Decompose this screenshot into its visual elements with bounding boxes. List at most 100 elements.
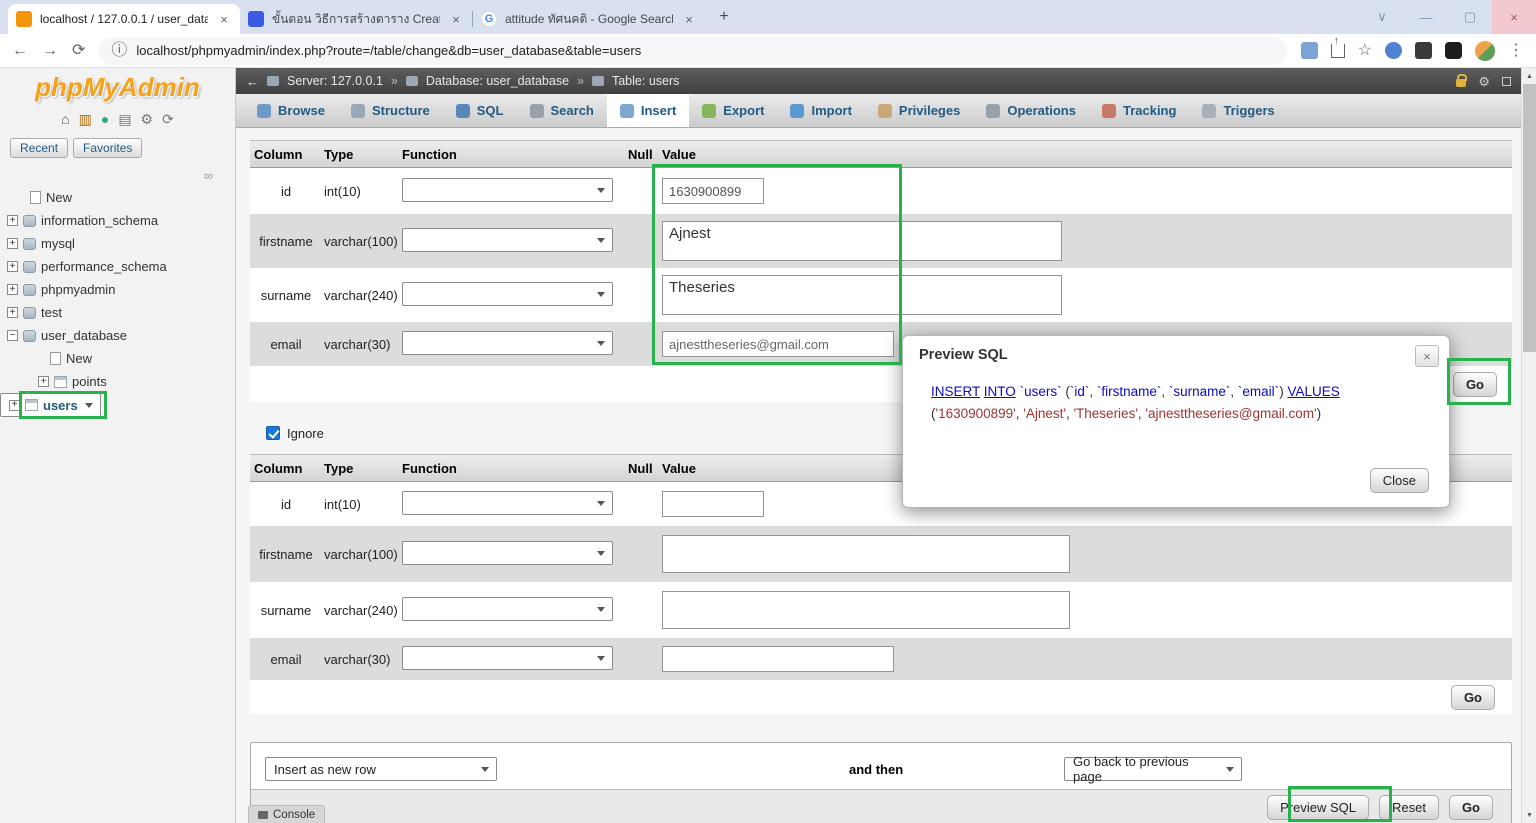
window-close-icon[interactable]: × [1492, 0, 1536, 34]
tab-close-icon[interactable]: × [216, 11, 232, 27]
go-button[interactable]: Go [1453, 372, 1497, 397]
share-icon[interactable] [1331, 44, 1345, 58]
reset-button[interactable]: Reset [1379, 795, 1439, 820]
tree-item-performance-schema[interactable]: + performance_schema [0, 255, 235, 278]
submit-go-button[interactable]: Go [1449, 795, 1493, 820]
function-select[interactable] [402, 282, 613, 306]
docs-icon[interactable]: ▤ [118, 112, 131, 126]
expand-icon[interactable]: + [7, 238, 18, 249]
expand-icon[interactable]: + [7, 215, 18, 226]
function-select[interactable] [402, 491, 613, 515]
tab-close-icon[interactable]: × [681, 11, 697, 27]
breadcrumb-server[interactable]: Server: 127.0.0.1 [287, 74, 383, 88]
tree-item-mysql[interactable]: + mysql [0, 232, 235, 255]
function-select[interactable] [402, 597, 613, 621]
email-value-input[interactable] [662, 331, 894, 357]
breadcrumb-database[interactable]: Database: user_database [426, 74, 569, 88]
dialog-close-icon[interactable]: × [1415, 345, 1439, 367]
help-icon[interactable]: ● [101, 112, 109, 126]
tab-import[interactable]: Import [777, 94, 864, 127]
console-toggle[interactable]: Console [248, 805, 325, 823]
logout-icon[interactable]: ▥ [79, 112, 92, 126]
new-tab-button[interactable]: + [711, 4, 737, 30]
tab-search-chevron-icon[interactable]: ∨ [1360, 0, 1404, 34]
tab-export[interactable]: Export [689, 94, 777, 127]
tab-close-icon[interactable]: × [448, 11, 464, 27]
function-select[interactable] [402, 646, 613, 670]
minimize-icon[interactable]: — [1404, 0, 1448, 34]
home-icon[interactable]: ⌂ [61, 112, 69, 126]
collapse-sidebar-icon[interactable]: ← [246, 75, 259, 88]
collapse-icon[interactable]: − [7, 330, 18, 341]
breadcrumb-table[interactable]: Table: users [612, 74, 679, 88]
function-select[interactable] [402, 541, 613, 565]
preview-sql-button[interactable]: Preview SQL [1267, 795, 1369, 820]
tree-item-users[interactable]: + users [0, 393, 101, 417]
tab-structure[interactable]: Structure [338, 94, 443, 127]
settings-icon[interactable]: ⚙ [141, 112, 154, 126]
forward-icon[interactable]: → [42, 43, 58, 59]
ignore-checkbox[interactable] [266, 426, 280, 440]
id-value-input[interactable] [662, 178, 764, 204]
browser-tab-phpmyadmin[interactable]: localhost / 127.0.0.1 / user_datab × [8, 4, 240, 34]
firstname-value-textarea[interactable]: Ajnest [662, 221, 1062, 261]
tab-sql[interactable]: SQL [443, 94, 517, 127]
insert-mode-select[interactable]: Insert as new row [265, 757, 497, 781]
tab-privileges[interactable]: Privileges [865, 94, 973, 127]
tree-item-phpmyadmin[interactable]: + phpmyadmin [0, 278, 235, 301]
browser-tab-create-table[interactable]: ขั้นตอน วิธีการสร้างตาราง Create Tab × [240, 4, 472, 34]
function-select[interactable] [402, 178, 613, 202]
extension-icon-2[interactable] [1385, 42, 1402, 59]
extensions-puzzle-icon[interactable] [1445, 42, 1462, 59]
profile-avatar[interactable] [1475, 41, 1495, 61]
browser-tab-google-search[interactable]: G attitude ทัศนคติ - Google Search × [473, 4, 705, 34]
surname-value-textarea[interactable]: Theseries [662, 275, 1062, 315]
tree-item-information-schema[interactable]: + information_schema [0, 209, 235, 232]
browser-menu-icon[interactable]: ⋮ [1508, 43, 1524, 59]
site-info-icon[interactable]: ⓘ [111, 43, 127, 59]
back-icon[interactable]: ← [12, 43, 28, 59]
after-insert-select[interactable]: Go back to previous page [1064, 757, 1242, 781]
expand-icon[interactable]: + [7, 284, 18, 295]
sync-link-icon[interactable]: ∞ [204, 168, 213, 183]
tree-item-points[interactable]: + points [0, 370, 235, 393]
dialog-close-button[interactable]: Close [1370, 468, 1429, 493]
maximize-icon[interactable]: ▢ [1448, 0, 1492, 34]
tab-triggers[interactable]: Triggers [1189, 94, 1287, 127]
scrollbar-thumb[interactable] [1523, 84, 1536, 352]
function-select[interactable] [402, 331, 613, 355]
reload-icon[interactable]: ⟳ [72, 43, 85, 59]
tree-item-new-database[interactable]: New [0, 186, 235, 209]
page-settings-icon[interactable]: ⚙ [1478, 75, 1490, 88]
tree-item-new-table[interactable]: New [0, 347, 235, 370]
recent-dropdown[interactable]: Recent [10, 138, 68, 158]
tab-insert[interactable]: Insert [607, 94, 689, 127]
surname-value-textarea-2[interactable] [662, 591, 1070, 629]
favorites-dropdown[interactable]: Favorites [73, 138, 142, 158]
tab-operations[interactable]: Operations [973, 94, 1089, 127]
id-value-input-2[interactable] [662, 491, 764, 517]
function-select[interactable] [402, 228, 613, 252]
tree-item-test[interactable]: + test [0, 301, 235, 324]
bookmark-star-icon[interactable]: ☆ [1358, 43, 1372, 59]
reload-nav-icon[interactable]: ⟳ [162, 112, 174, 126]
tab-tracking[interactable]: Tracking [1089, 94, 1189, 127]
expand-icon[interactable]: + [9, 400, 20, 411]
tree-item-user-database[interactable]: − user_database [0, 324, 235, 347]
expand-window-icon[interactable] [1502, 77, 1511, 86]
phpmyadmin-logo[interactable]: phpMyAdmin [0, 72, 235, 103]
extension-icon[interactable] [1301, 42, 1318, 59]
firstname-value-textarea-2[interactable] [662, 535, 1070, 573]
scroll-down-icon[interactable]: ▼ [1522, 807, 1536, 823]
tab-search[interactable]: Search [517, 94, 607, 127]
go-button-2[interactable]: Go [1451, 685, 1495, 710]
extension-icon-3[interactable] [1415, 42, 1432, 59]
url-bar[interactable]: ⓘ localhost/phpmyadmin/index.php?route=/… [99, 37, 1286, 65]
expand-icon[interactable]: + [38, 376, 49, 387]
tab-browse[interactable]: Browse [244, 94, 338, 127]
expand-icon[interactable]: + [7, 307, 18, 318]
email-value-input-2[interactable] [662, 646, 894, 672]
expand-icon[interactable]: + [7, 261, 18, 272]
page-scrollbar[interactable]: ▲ ▼ [1521, 68, 1536, 823]
scroll-up-icon[interactable]: ▲ [1522, 68, 1536, 84]
